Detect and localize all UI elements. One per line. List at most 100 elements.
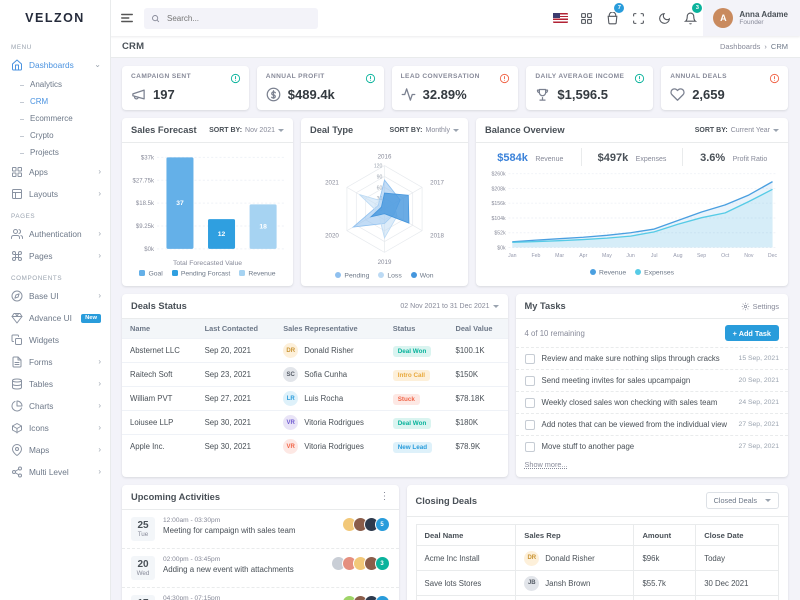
search-input[interactable] — [165, 13, 289, 24]
deal-name-cell: Acme Inc Install — [416, 546, 516, 571]
sidebar-subitem-analytics[interactable]: Analytics — [0, 76, 110, 93]
sales-rep-cell: VRVitoria Rodrigues — [283, 439, 377, 454]
balance-overview-title: Balance Overview — [485, 125, 565, 135]
list-item: Send meeting invites for sales upcampaig… — [516, 369, 788, 391]
svg-text:Jan: Jan — [508, 253, 516, 259]
column-header: Close Date — [696, 525, 779, 546]
table-row[interactable]: Raitech SoftSep 23, 2021SCSofia CunhaInt… — [122, 363, 508, 387]
column-header: Sales Rep — [516, 525, 634, 546]
task-checkbox[interactable] — [525, 442, 535, 452]
sidebar-item-maps[interactable]: Maps› — [0, 439, 110, 461]
menu-toggle-icon[interactable] — [120, 11, 134, 25]
list-item[interactable]: 17Wed04:30pm - 07:15pmCreate new project… — [122, 587, 399, 600]
table-row[interactable]: Loiusee LLPSep 30, 2021VRVitoria Rodrigu… — [122, 411, 508, 435]
apps-grid-button[interactable] — [573, 0, 599, 36]
last-contacted-cell: Sep 23, 2021 — [197, 363, 276, 387]
tasks-settings-button[interactable]: Settings — [741, 302, 779, 311]
avatar: LR — [283, 391, 298, 406]
sidebar-item-forms[interactable]: Forms› — [0, 351, 110, 373]
activity-date: 25Tue — [131, 517, 155, 541]
svg-text:$0k: $0k — [497, 245, 506, 251]
sidebar-item-base-ui[interactable]: Base UI› — [0, 285, 110, 307]
svg-text:$52k: $52k — [494, 231, 506, 237]
table-row[interactable]: Apple Inc.Sep 30, 2021VRVitoria Rodrigue… — [122, 435, 508, 459]
task-checkbox[interactable] — [525, 354, 535, 364]
deal-value-cell: $78.18K — [447, 387, 507, 411]
amount-cell: $55.7k — [634, 571, 696, 596]
cart-button[interactable]: 7 — [599, 0, 625, 36]
last-contacted-cell: Sep 20, 2021 — [197, 339, 276, 363]
deal-type-sort[interactable]: SORT BY: Monthly — [390, 127, 459, 134]
column-header: Amount — [634, 525, 696, 546]
chevron-down-icon — [493, 305, 499, 308]
table-row[interactable]: Acme Inc InstallDRDonald Risher$96kToday — [416, 546, 778, 571]
task-checkbox[interactable] — [525, 420, 535, 430]
add-task-button[interactable]: + Add Task — [725, 325, 779, 341]
sidebar-item-advance-ui[interactable]: Advance UINew — [0, 307, 110, 329]
search-input-wrap[interactable] — [144, 8, 318, 29]
deals-status-date-range[interactable]: 02 Nov 2021 to 31 Dec 2021 — [400, 303, 498, 310]
dark-mode-button[interactable] — [651, 0, 677, 36]
table-row[interactable]: William PVTAHAyaan Hudda$102k25 Nov 2021 — [416, 596, 778, 600]
svg-text:90: 90 — [377, 175, 383, 181]
svg-text:2019: 2019 — [378, 259, 392, 266]
bell-icon — [684, 12, 697, 25]
table-row[interactable]: Absternet LLCSep 20, 2021DRDonald Risher… — [122, 339, 508, 363]
bottom-row: Upcoming Activities ⋮ 25Tue12:00am - 03:… — [122, 485, 788, 600]
sidebar-subitem-crypto[interactable]: Crypto — [0, 127, 110, 144]
table-row[interactable]: William PVTSep 27, 2021LRLuis RochaStuck… — [122, 387, 508, 411]
nav-section-label: PAGES — [0, 205, 110, 223]
megaphone-icon — [131, 87, 146, 102]
sidebar-item-charts[interactable]: Charts› — [0, 395, 110, 417]
notifications-button[interactable]: 3 — [677, 0, 703, 36]
legend-item: Revenue — [239, 270, 275, 278]
avatar: DR — [283, 343, 298, 358]
sidebar-subitem-ecommerce[interactable]: Ecommerce — [0, 110, 110, 127]
column-header: Status — [385, 319, 448, 339]
user-menu[interactable]: A Anna Adame Founder — [703, 0, 800, 36]
list-item[interactable]: 20Wed02:00pm - 03:45pmAdding a new event… — [122, 548, 399, 587]
indicator-icon — [230, 73, 241, 84]
svg-text:Jun: Jun — [626, 253, 634, 259]
charts-row: Sales Forecast SORT BY: Nov 2021 $0k$9.2… — [122, 118, 788, 286]
more-menu-icon[interactable]: ⋮ — [380, 492, 390, 502]
sidebar-item-multi-level[interactable]: Multi Level› — [0, 461, 110, 483]
list-item[interactable]: 25Tue12:00am - 03:30pmMeeting for campai… — [122, 510, 399, 548]
fullscreen-button[interactable] — [625, 0, 651, 36]
chevron-right-icon: › — [98, 190, 101, 198]
sidebar-item-authentication[interactable]: Authentication› — [0, 223, 110, 245]
breadcrumb-parent[interactable]: Dashboards — [720, 42, 760, 51]
sidebar-item-pages[interactable]: Pages› — [0, 245, 110, 267]
show-more-link[interactable]: Show more... — [516, 457, 788, 477]
balance-overview-sort[interactable]: SORT BY: Current Year — [695, 127, 779, 134]
svg-text:2017: 2017 — [430, 180, 444, 187]
sidebar-item-tables[interactable]: Tables› — [0, 373, 110, 395]
area-chart-svg: $0k$52k$104k$156k$208k$260kJanFebMarAprM… — [482, 168, 782, 266]
brand-logo[interactable]: VELZON — [0, 0, 110, 36]
task-checkbox[interactable] — [525, 376, 535, 386]
task-checkbox[interactable] — [525, 398, 535, 408]
sidebar-subitem-crm[interactable]: CRM — [0, 93, 110, 110]
sidebar-subitem-projects[interactable]: Projects — [0, 144, 110, 161]
profit-ratio-summary: 3.6% Profit Ratio — [683, 148, 784, 166]
closing-deals-filter[interactable]: Closed Deals — [706, 492, 779, 509]
sales-forecast-sort[interactable]: SORT BY: Nov 2021 — [209, 127, 284, 134]
closing-deals-card: Closing Deals Closed Deals Deal NameSale… — [407, 485, 788, 600]
moon-icon — [658, 12, 671, 25]
extra-count-badge: 4 — [375, 595, 390, 600]
svg-text:$104k: $104k — [492, 216, 507, 222]
deal-type-legend: PendingLossWon — [307, 272, 462, 280]
indicator-icon — [499, 73, 510, 84]
table-row[interactable]: Save lots StoresJBJansh Brown$55.7k30 De… — [416, 571, 778, 596]
deal-type-title: Deal Type — [310, 125, 353, 135]
sidebar-item-icons[interactable]: Icons› — [0, 417, 110, 439]
sidebar-item-layouts[interactable]: Layouts› — [0, 183, 110, 205]
sidebar-item-dashboards[interactable]: Dashboards⌄ — [0, 54, 110, 76]
avatar: DR — [524, 551, 539, 566]
deal-name-cell: William PVT — [416, 596, 516, 600]
sidebar-item-widgets[interactable]: Widgets — [0, 329, 110, 351]
language-flag-button[interactable] — [547, 0, 573, 36]
sidebar-item-apps[interactable]: Apps› — [0, 161, 110, 183]
notifications-badge: 3 — [692, 3, 702, 13]
bar-chart-svg: $0k$9.25k$18.5k$27.75k$37k371218 — [128, 147, 287, 259]
